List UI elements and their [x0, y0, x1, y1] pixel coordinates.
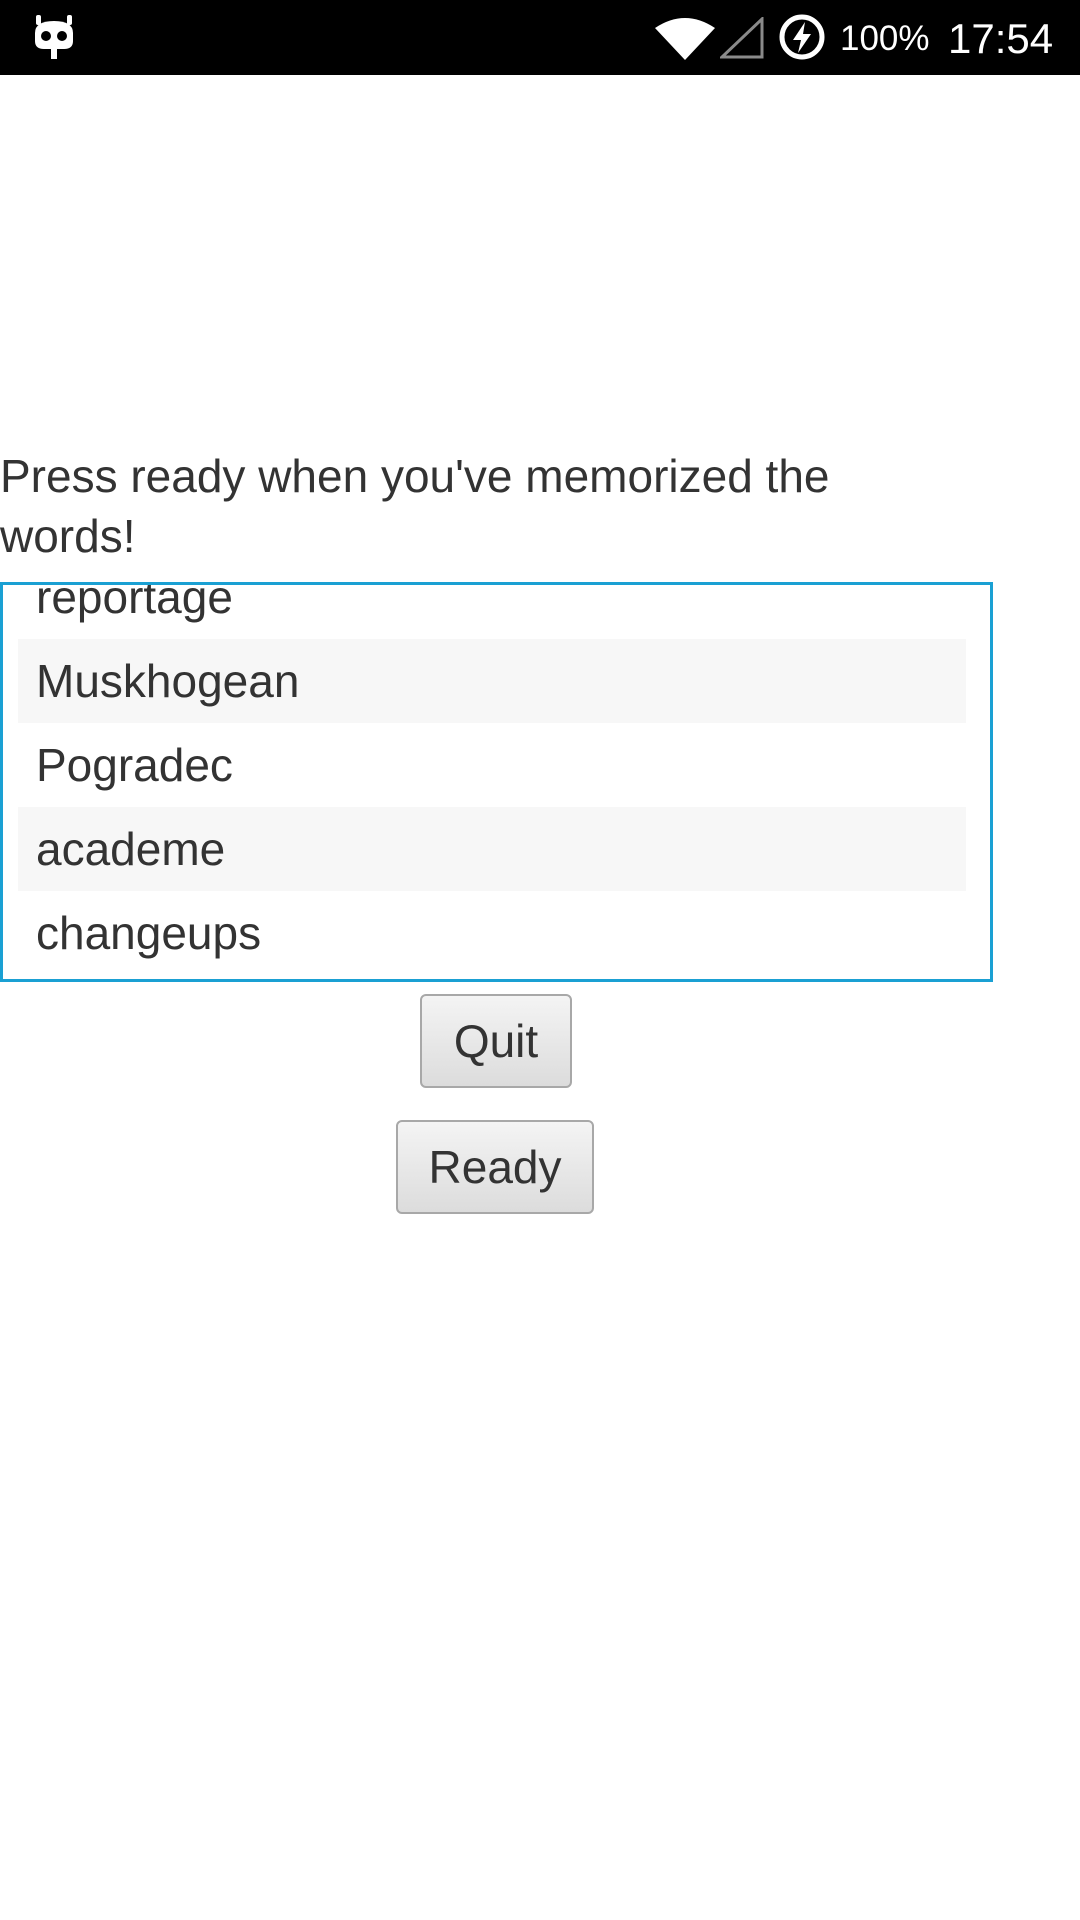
- list-item[interactable]: reportage: [18, 582, 966, 639]
- quit-button[interactable]: Quit: [420, 994, 572, 1088]
- ready-button[interactable]: Ready: [396, 1120, 594, 1214]
- list-item[interactable]: Pogradec: [18, 723, 966, 807]
- battery-percentage: 100%: [840, 19, 930, 58]
- word-label: changeups: [36, 907, 262, 959]
- word-label: reportage: [36, 582, 233, 623]
- list-item[interactable]: Muskhogean: [18, 639, 966, 723]
- word-list[interactable]: reportage Muskhogean Pogradec academe ch…: [0, 582, 993, 982]
- word-label: Muskhogean: [36, 655, 300, 707]
- list-item[interactable]: changeups: [18, 891, 966, 975]
- android-debug-icon: [35, 15, 73, 59]
- instruction-text: Press ready when you've memorized the wo…: [0, 450, 830, 562]
- word-label: academe: [36, 823, 226, 875]
- battery-charging-icon: [779, 14, 825, 60]
- word-label: Pogradec: [36, 739, 233, 791]
- word-list-content: reportage Muskhogean Pogradec academe ch…: [18, 582, 966, 975]
- status-bar: 100% 17:54: [0, 0, 1080, 75]
- cell-signal-icon: [720, 17, 764, 59]
- wifi-icon: [655, 18, 715, 60]
- status-bar-clock: 17:54: [948, 15, 1054, 62]
- list-item[interactable]: academe: [18, 807, 966, 891]
